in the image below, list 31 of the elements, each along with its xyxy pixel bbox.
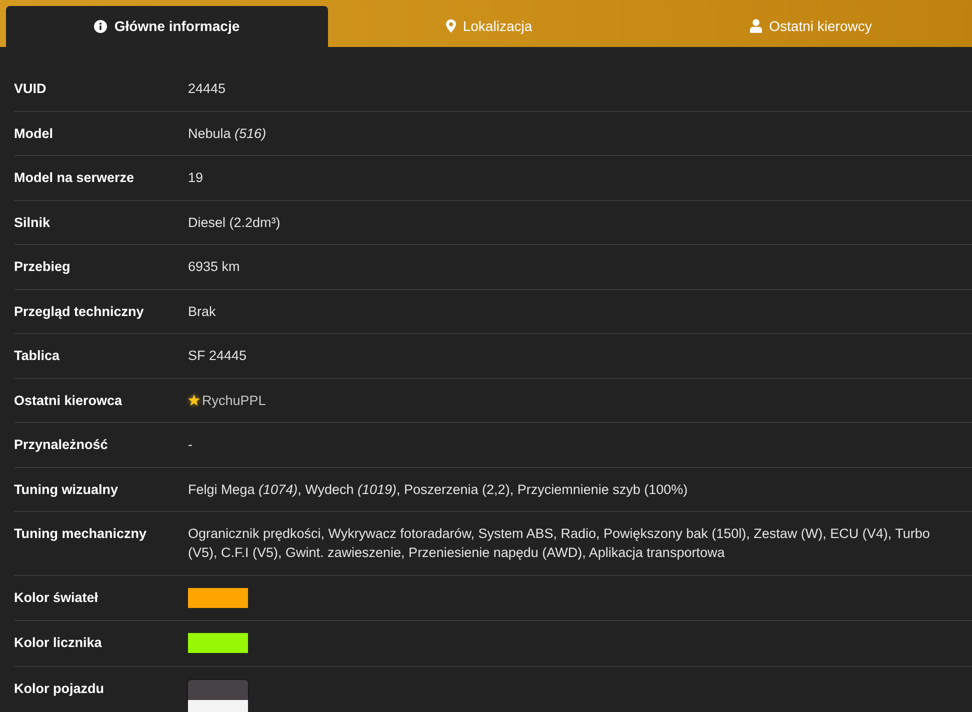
user-icon (750, 19, 762, 33)
row-label: Tuning wizualny (14, 480, 119, 498)
tab[interactable]: Główne informacje (6, 6, 328, 47)
tab[interactable]: Ostatni kierowcy (650, 6, 972, 47)
row-value: Felgi Mega (1074), Wydech (1019), Poszerzenia (2,2), Przyciemnienie szyb (100%) (188, 480, 688, 498)
row-value: Diesel (2.2dm³) (188, 214, 280, 232)
row-value: 6935 km (188, 258, 240, 276)
row-label: Kolor licznika (14, 634, 103, 652)
row-label: Model (14, 124, 54, 142)
row-label: Model na serwerze (14, 169, 136, 187)
row-label: Ostatni kierowca (14, 392, 124, 410)
map-pin-icon (446, 19, 456, 33)
row-value: Brak (188, 302, 216, 320)
tab[interactable]: Lokalizacja (328, 6, 650, 47)
row-value: SF 24445 (188, 347, 247, 365)
row-label: VUID (14, 80, 48, 98)
row-label: Przynależność (14, 436, 109, 454)
row-label: Kolor świateł (14, 588, 100, 606)
row-label: Tablica (14, 347, 61, 365)
row-value: 24445 (188, 80, 226, 98)
row-value: Ogranicznik prędkości, Wykrywacz fotoradarów, System ABS, Radio, Powiększony bak (150l), Zestaw (W), ECU (V4), Turbo (V5), C.F.I (V5), Gwint. zawieszenie, Przeniesienie napędu (AWD), Aplikacja transportowa (188, 525, 931, 562)
row-label: Kolor pojazdu (14, 680, 105, 698)
row-label: Silnik (14, 214, 52, 232)
info-icon (94, 20, 108, 32)
row-label: Przegląd techniczny (14, 302, 145, 320)
row-label: Tuning mechaniczny (14, 525, 148, 543)
row-value: Nebula (516) (188, 124, 266, 142)
row-value: - (188, 436, 192, 454)
row-value: 19 (188, 169, 204, 187)
row-label: Przebieg (14, 258, 72, 276)
driver-name: RychuPPL (202, 392, 266, 410)
